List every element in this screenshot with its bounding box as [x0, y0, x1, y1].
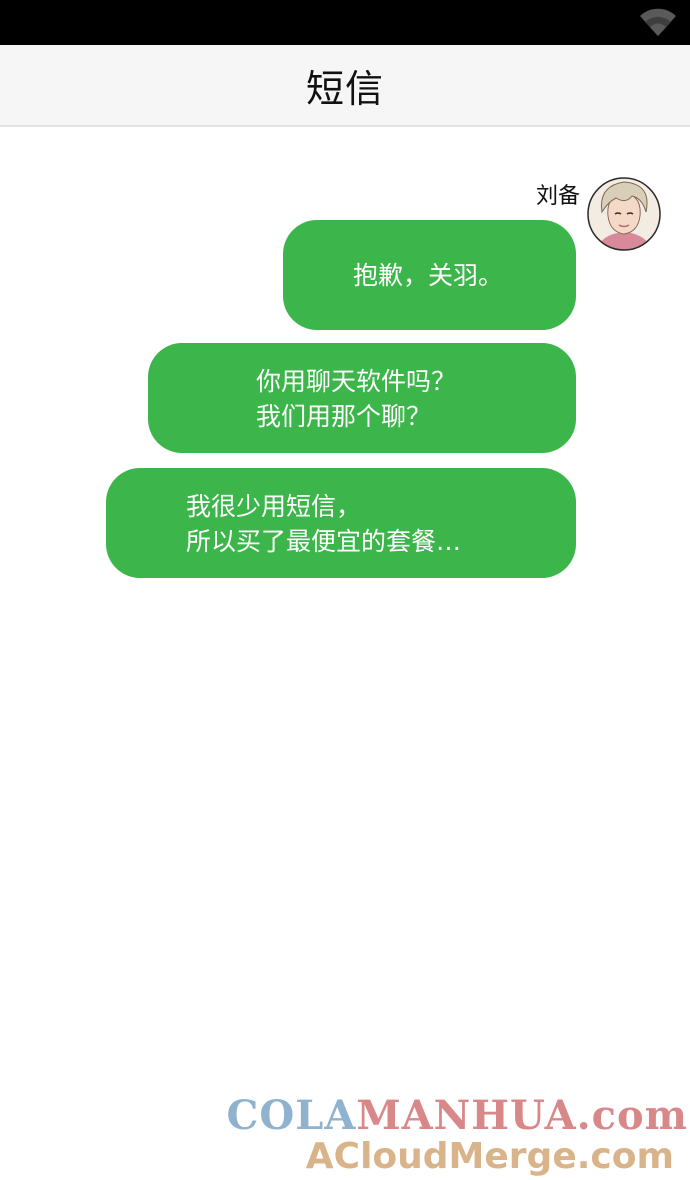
watermark: COLAMANHUA.com ACloudMerge.com: [227, 1092, 690, 1180]
watermark-line2: ACloudMerge.com: [305, 1136, 674, 1177]
sender-name: 刘备: [535, 184, 580, 209]
app-header: 短信: [0, 45, 690, 127]
message-bubble[interactable]: 我很少用短信， 所以买了最便宜的套餐…: [106, 468, 576, 578]
message-text: 我很少用短信，: [186, 492, 362, 521]
message-bubble[interactable]: 你用聊天软件吗？ 我们用那个聊？: [148, 343, 576, 453]
watermark-manhua: MANHUA.com: [356, 1092, 688, 1139]
avatar[interactable]: [586, 176, 662, 252]
message-bubble[interactable]: 抱歉，关羽。: [283, 220, 576, 330]
watermark-line1: COLAMANHUA.com: [227, 1092, 688, 1139]
message-text: 抱歉，关羽。: [353, 261, 504, 290]
message-text: 你用聊天软件吗？: [256, 367, 457, 396]
wifi-icon: [640, 8, 676, 37]
page-title: 短信: [305, 66, 384, 111]
watermark-cola: COLA: [226, 1092, 357, 1139]
message-text: 我们用那个聊？: [256, 402, 432, 431]
status-bar: [0, 0, 690, 45]
message-text: 所以买了最便宜的套餐…: [186, 527, 462, 556]
